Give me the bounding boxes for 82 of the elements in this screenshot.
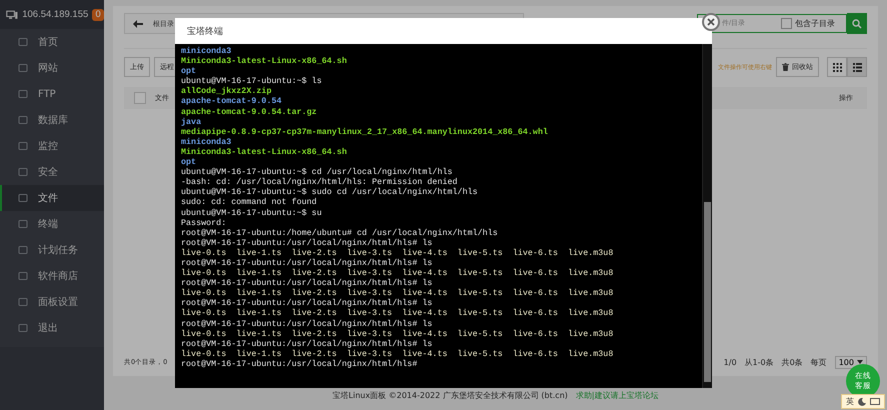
back-arrow-icon (133, 20, 143, 28)
menu-icon (18, 37, 28, 47)
menu-icon (18, 323, 28, 333)
page-indicator: 1/0 (724, 358, 737, 366)
server-ip: 106.54.189.155 (22, 9, 88, 20)
sidebar-item[interactable]: 首页 (0, 29, 104, 55)
sidebar-item[interactable]: 计划任务 (0, 237, 104, 263)
terminal-line: live-0.ts live-1.ts live-2.ts live-3.ts live-4.ts live-5.ts live-6.ts live.m3u8 (181, 328, 614, 339)
terminal-line: live-0.ts live-1.ts live-2.ts live-3.ts live-4.ts live-5.ts live-6.ts live.m3u8 (181, 308, 614, 319)
menu-icon (18, 115, 28, 125)
menu-icon (18, 245, 28, 255)
terminal-line: Miniconda3-latest-Linux-x86_64.sh (181, 56, 348, 66)
terminal-line: opt (181, 157, 198, 168)
terminal-line: apache-tomcat-9.0.54 (181, 96, 283, 107)
sidebar-item[interactable]: 数据库 (0, 107, 104, 133)
menu-icon (18, 219, 28, 229)
terminal-line: root@VM-16-17-ubuntu:/usr/local/nginx/html/hls# ls (181, 278, 434, 288)
terminal-line: root@VM-16-17-ubuntu:/usr/local/nginx/html/hls# ls (181, 298, 434, 308)
terminal-line: opt (181, 66, 198, 76)
sidebar-item[interactable]: 文件 (0, 185, 104, 211)
terminal-line: Miniconda3-latest-Linux-x86_64.sh (181, 146, 348, 158)
terminal-line: root@VM-16-17-ubuntu:/usr/local/nginx/html/hls# ls (181, 258, 434, 268)
sidebar-item[interactable]: 退出 (0, 315, 104, 341)
terminal-line: root@VM-16-17-ubuntu:/usr/local/nginx/html/hls# (181, 358, 418, 369)
menu-icon (18, 193, 28, 203)
menu-icon (18, 63, 28, 73)
close-icon (707, 18, 715, 26)
terminal-line: miniconda3 (181, 136, 232, 147)
total-text: 共0条 (782, 356, 803, 368)
grid-icon (832, 62, 842, 72)
menu-icon (18, 271, 28, 281)
terminal-line: ubuntu@VM-16-17-ubuntu:~$ su (181, 208, 323, 218)
list-icon (852, 62, 862, 72)
search-button[interactable] (847, 13, 867, 34)
monitor-icon (6, 8, 18, 20)
terminal-line: live-0.ts live-1.ts live-2.ts live-3.ts live-4.ts live-5.ts live-6.ts live.m3u8 (181, 348, 614, 359)
per-page-label: 每页 (810, 356, 827, 368)
moon-icon (858, 398, 866, 406)
menu-icon (18, 297, 28, 307)
menu-icon (18, 167, 28, 177)
sidebar-item[interactable]: 面板设置 (0, 289, 104, 315)
select-all-checkbox[interactable] (134, 92, 146, 104)
terminal-line: root@VM-16-17-ubuntu:/usr/local/nginx/html/hls# ls (181, 238, 434, 248)
grid-view-button[interactable] (827, 57, 847, 77)
terminal-line: java (181, 116, 202, 127)
sidebar-item[interactable]: FTP (0, 81, 104, 107)
list-view-button[interactable] (847, 57, 867, 77)
forum-link[interactable]: 求助|建议请上宝塔论坛 (576, 390, 658, 400)
terminal-line: ubuntu@VM-16-17-ubuntu:~$ cd /usr/local/nginx/html/hls (181, 167, 454, 178)
terminal-line: sudo: cd: command not found (181, 197, 318, 208)
alert-count-badge: 0 (92, 8, 104, 20)
terminal-line: mediapipe-0.8.9-cp37-cp37m-manylinux_2_17_x86_64.manylinux2014_x86_64.whl (181, 126, 549, 137)
terminal-line: ubuntu@VM-16-17-ubuntu:~$ ls (181, 76, 323, 86)
terminal-line: root@VM-16-17-ubuntu:/usr/local/nginx/html/hls# ls (181, 318, 434, 329)
copyright-text: 宝塔Linux面板 ©2014-2022 广东堡塔安全技术有限公司 (bt.cn) (332, 390, 568, 400)
scrollbar[interactable] (702, 44, 712, 388)
ime-mode[interactable]: 英 (846, 396, 854, 407)
sidebar-item[interactable]: 网站 (0, 55, 104, 81)
sidebar-item[interactable]: 安全 (0, 159, 104, 185)
include-subdirs-checkbox[interactable] (781, 18, 792, 29)
terminal-line: -bash: cd: /usr/local/nginx/html/hls: Permission denied (181, 177, 458, 188)
checkbox-label: 包含子目录 (795, 18, 835, 29)
dialog-title: 宝塔终端 (175, 18, 712, 44)
terminal-line: root@VM-16-17-ubuntu:/home/ubuntu# cd /usr/local/nginx/html/hls (181, 228, 499, 238)
sidebar-item[interactable]: 软件商店 (0, 263, 104, 289)
terminal-line: root@VM-16-17-ubuntu:/usr/local/nginx/html/hls# ls (181, 338, 434, 349)
menu-icon (18, 141, 28, 151)
menu-icon (18, 89, 28, 99)
trash-icon (782, 63, 789, 71)
terminal-line: ubuntu@VM-16-17-ubuntu:~$ sudo cd /usr/local/nginx/html/hls (181, 187, 479, 198)
terminal-line: allCode_jkxz2X.zip (181, 86, 272, 96)
sidebar-item[interactable]: 终端 (0, 211, 104, 237)
keyboard-icon (870, 398, 880, 405)
search-icon (852, 18, 862, 28)
terminal-line: Password: (181, 218, 228, 228)
terminal-line: live-0.ts live-1.ts live-2.ts live-3.ts live-4.ts live-5.ts live-6.ts live.m3u8 (181, 288, 614, 298)
range-text: 从1-0条 (744, 356, 774, 368)
terminal-line: live-0.ts live-1.ts live-2.ts live-3.ts live-4.ts live-5.ts live-6.ts live.m3u8 (181, 248, 614, 258)
sidebar-item[interactable]: 监控 (0, 133, 104, 159)
terminal-line: live-0.ts live-1.ts live-2.ts live-3.ts live-4.ts live-5.ts live-6.ts live.m3u8 (181, 268, 614, 278)
terminal-line: miniconda3 (181, 46, 232, 56)
terminal-line: apache-tomcat-9.0.54.tar.gz (181, 106, 318, 117)
